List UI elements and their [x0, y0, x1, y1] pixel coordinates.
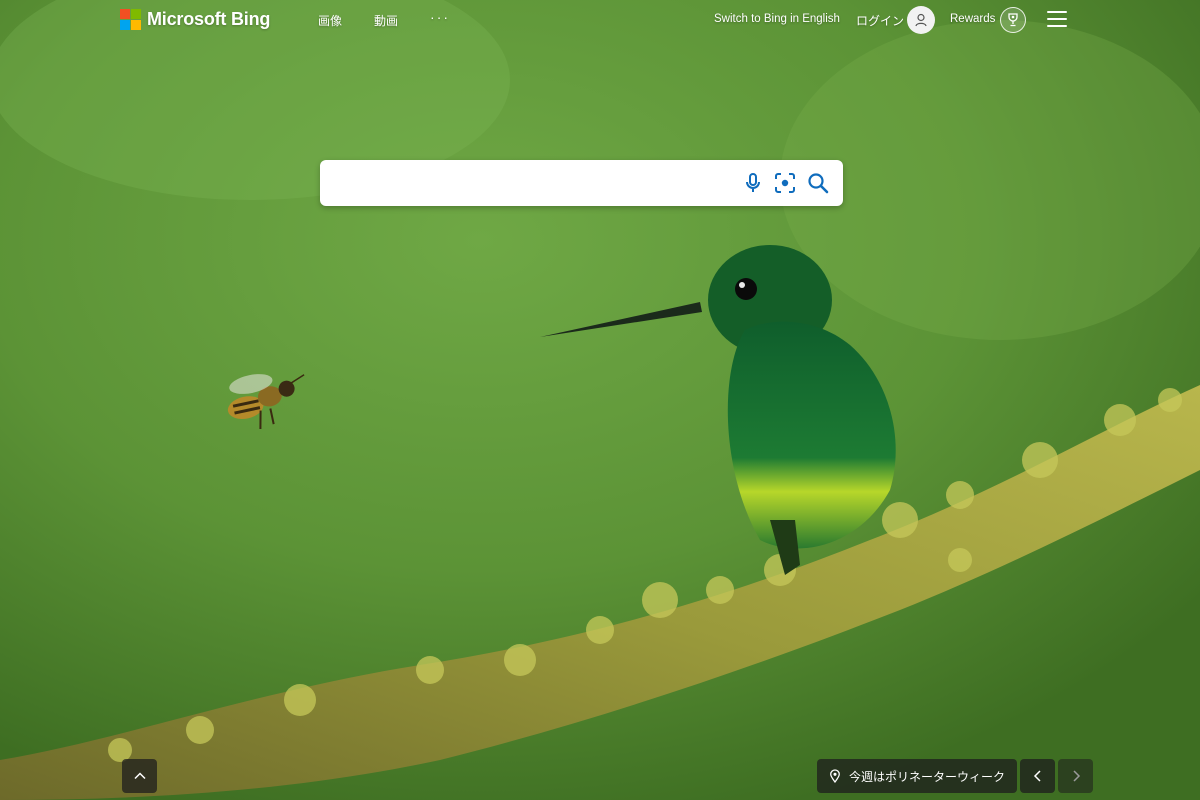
nav-more-button[interactable]: ··· [430, 9, 450, 26]
caption-text: 今週はポリネーターウィーク [848, 769, 1005, 784]
next-image-button[interactable] [1058, 759, 1093, 793]
nav-videos[interactable]: 動画 [374, 12, 398, 29]
rewards-link[interactable]: Rewards [950, 13, 995, 25]
top-header: Microsoft Bing 画像 動画 ··· Switch to Bing … [0, 0, 1200, 40]
avatar[interactable] [907, 6, 935, 34]
background-image [0, 0, 1200, 800]
search-icon[interactable] [806, 171, 830, 195]
bing-logo[interactable]: Microsoft Bing [120, 9, 270, 30]
previous-image-button[interactable] [1020, 759, 1055, 793]
switch-language-link[interactable]: Switch to Bing in English [714, 13, 840, 25]
brand-name: Microsoft Bing [147, 9, 271, 29]
nav-images[interactable]: 画像 [318, 12, 342, 29]
microsoft-logo-icon [120, 9, 141, 30]
login-link[interactable]: ログイン [856, 12, 904, 29]
location-pin-icon [830, 769, 840, 784]
visual-search-icon[interactable] [773, 171, 797, 195]
trophy-icon [1008, 13, 1018, 27]
person-icon [915, 13, 927, 27]
scroll-up-button[interactable] [122, 759, 157, 793]
chevron-right-icon [1072, 770, 1080, 782]
chevron-left-icon [1033, 770, 1041, 782]
chevron-up-icon [133, 772, 146, 780]
search-input[interactable] [334, 168, 738, 200]
microphone-icon[interactable] [741, 171, 765, 195]
hamburger-icon[interactable] [1047, 11, 1067, 27]
image-caption[interactable]: 今週はポリネーターウィーク [817, 759, 1017, 793]
search-box [320, 160, 843, 206]
rewards-button[interactable] [1000, 7, 1026, 33]
main-nav: 画像 動画 ··· [318, 9, 450, 29]
